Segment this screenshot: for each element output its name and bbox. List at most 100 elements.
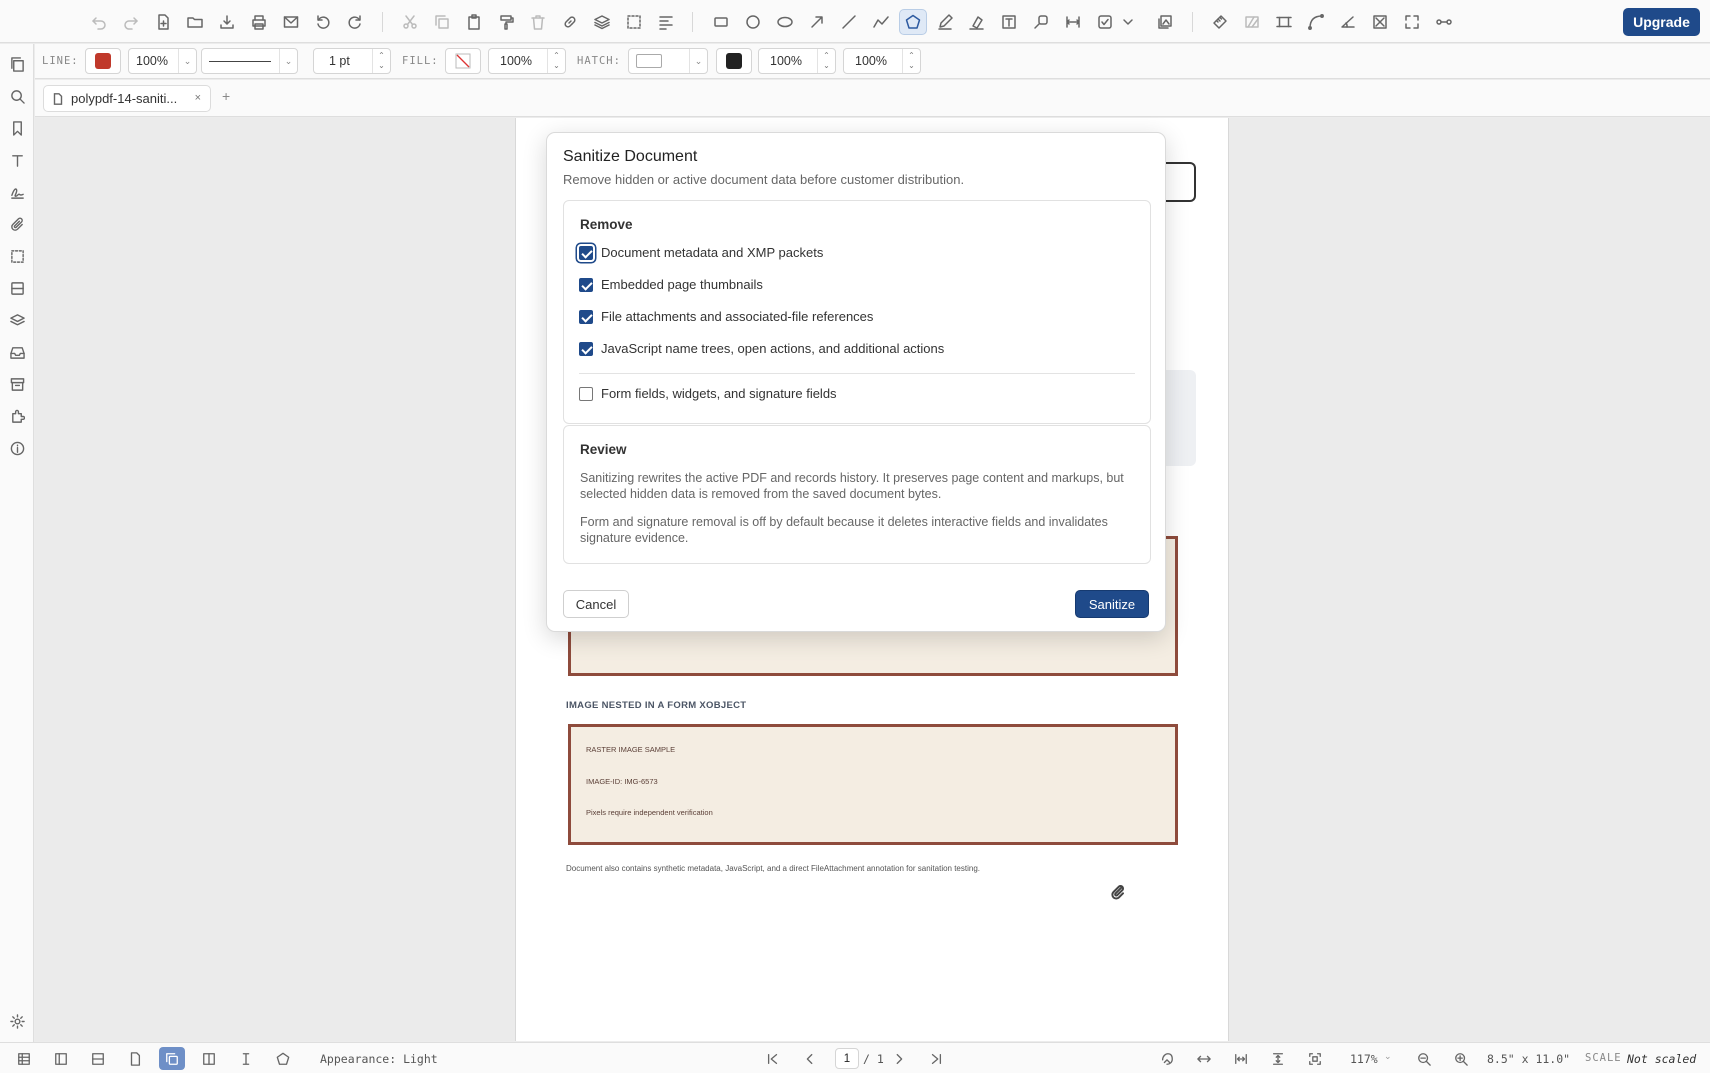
pages-icon[interactable] xyxy=(5,52,29,76)
stepper-arrows-icon[interactable]: ⌃ ⌄ xyxy=(372,49,390,73)
thumbnails-checkbox[interactable] xyxy=(579,277,593,292)
link-icon[interactable] xyxy=(556,9,584,35)
facing-pages-icon[interactable] xyxy=(196,1047,222,1070)
measure-icon[interactable] xyxy=(1206,9,1234,35)
hatch-opacity-stepper-2[interactable]: 100% ⌃ ⌄ xyxy=(843,48,921,74)
rotate-right-icon[interactable] xyxy=(341,9,369,35)
hatch-pattern-select[interactable]: ⌄ xyxy=(628,48,708,74)
hatch-icon[interactable] xyxy=(1238,9,1266,35)
option-thumbnails[interactable]: Embedded page thumbnails xyxy=(579,277,763,292)
split-horizontal-icon[interactable] xyxy=(85,1047,111,1070)
next-page-icon[interactable] xyxy=(886,1047,912,1070)
signature-icon[interactable] xyxy=(5,180,29,204)
open-folder-icon[interactable] xyxy=(181,9,209,35)
zoom-out-icon[interactable] xyxy=(1411,1047,1437,1070)
pen-icon[interactable] xyxy=(931,9,959,35)
rectangle-icon[interactable] xyxy=(707,9,735,35)
line-icon[interactable] xyxy=(835,9,863,35)
image-stamp-icon[interactable] xyxy=(1151,9,1179,35)
hatch-opacity-stepper-1[interactable]: 100% ⌃ ⌄ xyxy=(758,48,836,74)
plugin-icon[interactable] xyxy=(5,404,29,428)
stepper-arrows-icon[interactable]: ⌃ ⌄ xyxy=(817,49,835,73)
hand-tool-icon[interactable] xyxy=(1154,1047,1180,1070)
inbox-icon[interactable] xyxy=(5,340,29,364)
text-box-icon[interactable] xyxy=(995,9,1023,35)
highlighter-icon[interactable] xyxy=(963,9,991,35)
form-fields-icon[interactable] xyxy=(5,276,29,300)
fullscreen-icon[interactable] xyxy=(1398,9,1426,35)
bookmark-icon[interactable] xyxy=(5,116,29,140)
new-file-icon[interactable] xyxy=(149,9,177,35)
paste-icon[interactable] xyxy=(460,9,488,35)
two-column-icon[interactable] xyxy=(48,1047,74,1070)
align-icon[interactable] xyxy=(652,9,680,35)
upgrade-button[interactable]: Upgrade xyxy=(1623,8,1700,36)
fill-color-swatch[interactable] xyxy=(445,48,481,74)
attachment-icon[interactable] xyxy=(5,212,29,236)
download-icon[interactable] xyxy=(213,9,241,35)
close-icon[interactable]: × xyxy=(195,92,201,104)
line-style-select[interactable]: ⌄ xyxy=(201,48,298,74)
line-opacity-select[interactable]: 100% ⌄ xyxy=(128,48,197,74)
dimension-icon[interactable] xyxy=(1059,9,1087,35)
add-tab-button[interactable]: + xyxy=(222,88,230,104)
single-page-icon[interactable] xyxy=(122,1047,148,1070)
redact-icon[interactable] xyxy=(1366,9,1394,35)
arrow-icon[interactable] xyxy=(803,9,831,35)
print-icon[interactable] xyxy=(245,9,273,35)
fit-page-width-icon[interactable] xyxy=(1228,1047,1254,1070)
option-javascript[interactable]: JavaScript name trees, open actions, and… xyxy=(579,341,944,356)
callout-icon[interactable] xyxy=(1027,9,1055,35)
layers-icon[interactable] xyxy=(588,9,616,35)
stepper-arrows-icon[interactable]: ⌃ ⌄ xyxy=(902,49,920,73)
more-chevron-icon[interactable] xyxy=(1119,9,1137,35)
angle-icon[interactable] xyxy=(1334,9,1362,35)
previous-page-icon[interactable] xyxy=(797,1047,823,1070)
select-area-icon[interactable] xyxy=(620,9,648,35)
settings-icon[interactable] xyxy=(5,1009,29,1033)
info-icon[interactable] xyxy=(5,436,29,460)
cancel-button[interactable]: Cancel xyxy=(563,590,629,618)
paperclip-icon[interactable] xyxy=(1110,884,1126,900)
tab-document[interactable]: polypdf-14-saniti... × xyxy=(43,85,211,112)
rotate-left-icon[interactable] xyxy=(309,9,337,35)
ellipse-icon[interactable] xyxy=(771,9,799,35)
hatch-color-swatch[interactable] xyxy=(716,48,752,74)
mail-icon[interactable] xyxy=(277,9,305,35)
polygon-mode-icon[interactable] xyxy=(270,1047,296,1070)
selection-icon[interactable] xyxy=(5,244,29,268)
zoom-level[interactable]: 117% xyxy=(1350,1052,1378,1066)
option-metadata[interactable]: Document metadata and XMP packets xyxy=(579,245,823,260)
polyline-icon[interactable] xyxy=(867,9,895,35)
option-attachments[interactable]: File attachments and associated-file ref… xyxy=(579,309,873,324)
copy-icon[interactable] xyxy=(428,9,456,35)
appearance-status[interactable]: Appearance: Light xyxy=(320,1052,438,1066)
checkbox-field-icon[interactable] xyxy=(1091,9,1119,35)
undo-icon[interactable] xyxy=(85,9,113,35)
form-fields-checkbox[interactable] xyxy=(579,386,593,401)
zoom-in-icon[interactable] xyxy=(1448,1047,1474,1070)
redo-icon[interactable] xyxy=(117,9,145,35)
option-form-fields[interactable]: Form fields, widgets, and signature fiel… xyxy=(579,386,837,401)
last-page-icon[interactable] xyxy=(923,1047,949,1070)
table-view-icon[interactable] xyxy=(11,1047,37,1070)
fit-width-icon[interactable] xyxy=(1191,1047,1217,1070)
fit-page-icon[interactable] xyxy=(1302,1047,1328,1070)
layers-panel-icon[interactable] xyxy=(5,308,29,332)
metadata-checkbox[interactable] xyxy=(579,245,593,260)
sanitize-button[interactable]: Sanitize xyxy=(1075,590,1149,618)
format-painter-icon[interactable] xyxy=(492,9,520,35)
continuous-page-icon[interactable] xyxy=(159,1047,185,1070)
search-icon[interactable] xyxy=(5,84,29,108)
javascript-checkbox[interactable] xyxy=(579,341,593,356)
cut-icon[interactable] xyxy=(396,9,424,35)
polygon-icon[interactable] xyxy=(899,9,927,35)
curve-icon[interactable] xyxy=(1302,9,1330,35)
stepper-arrows-icon[interactable]: ⌃ ⌄ xyxy=(547,49,565,73)
text-icon[interactable] xyxy=(5,148,29,172)
text-cursor-icon[interactable] xyxy=(233,1047,259,1070)
attachments-checkbox[interactable] xyxy=(579,309,593,324)
first-page-icon[interactable] xyxy=(760,1047,786,1070)
fill-opacity-stepper[interactable]: 100% ⌃ ⌄ xyxy=(488,48,566,74)
circle-icon[interactable] xyxy=(739,9,767,35)
